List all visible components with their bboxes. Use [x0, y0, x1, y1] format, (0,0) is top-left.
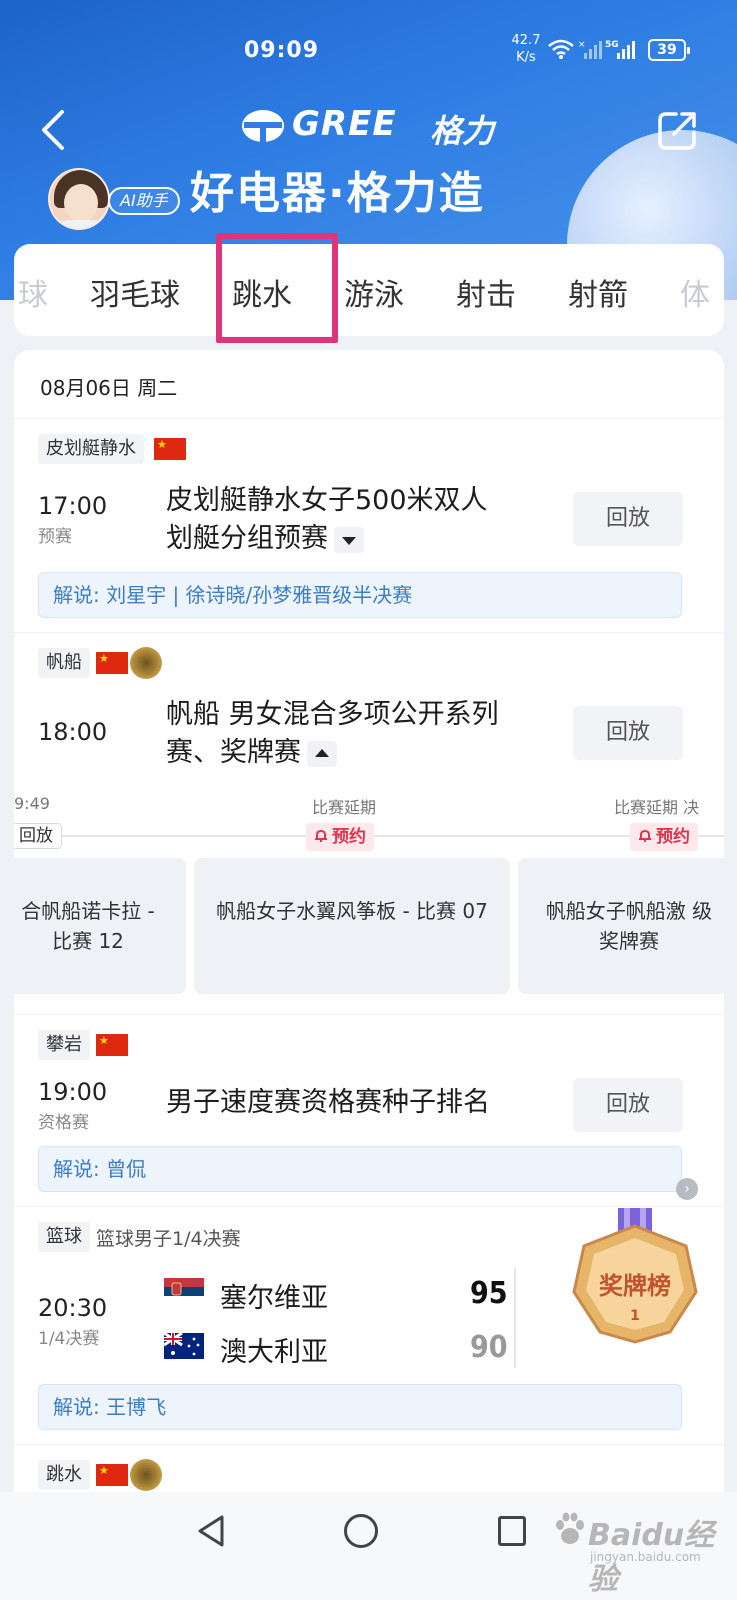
back-arrow-icon[interactable]	[36, 108, 76, 152]
reserve-button[interactable]: 预约	[630, 823, 698, 851]
sub-event-time: 9:49	[14, 794, 50, 813]
china-flag-icon	[154, 438, 186, 460]
logo-chinese: 格力	[430, 112, 495, 150]
tab-swimming[interactable]: 游泳	[344, 270, 404, 314]
event-title-line: 赛、奖牌赛	[166, 737, 301, 768]
event-stage: 1/4决赛	[38, 1329, 100, 1349]
gree-logo-mark-icon	[242, 110, 284, 142]
sub-event-card[interactable]: 帆船女子水翼风筝板 - 比赛 07	[194, 858, 510, 994]
svg-text:×: ×	[578, 40, 586, 50]
sub-event-card[interactable]: 合帆船诺卡拉 - 比赛 12	[14, 858, 186, 994]
sub-event-card[interactable]: 帆船女子帆船激 级奖牌赛	[518, 858, 724, 994]
battery-indicator: 39	[648, 39, 690, 61]
score-separator	[514, 1268, 516, 1368]
event-title-line: 皮划艇静水女子500米双人	[166, 485, 488, 516]
gold-medal-icon	[130, 647, 162, 679]
event-title[interactable]: 帆船 男女混合多项公开系列 赛、奖牌赛	[166, 696, 499, 772]
sub-event-status: 比赛延期	[312, 798, 377, 817]
divider	[14, 632, 724, 633]
tab-badminton[interactable]: 羽毛球	[90, 270, 180, 314]
sport-tag: 跳水	[38, 1460, 90, 1490]
reserve-label: 预约	[656, 827, 690, 847]
team-score: 90	[470, 1330, 508, 1365]
commentary-bar[interactable]: 解说: 曾侃	[38, 1146, 682, 1192]
tab-shooting[interactable]: 射击	[456, 270, 516, 314]
china-flag-icon	[96, 652, 128, 674]
baidu-watermark: Baidu经验 jingyan.baidu.com	[554, 1510, 724, 1597]
china-flag-icon	[96, 1464, 128, 1486]
china-flag-icon	[96, 1034, 128, 1056]
ai-assistant-avatar[interactable]	[48, 168, 110, 230]
logo-text: GREE	[292, 104, 397, 144]
event-time: 20:30	[38, 1294, 108, 1322]
divider	[14, 1444, 724, 1445]
divider	[14, 1206, 724, 1207]
event-time: 17:00	[38, 492, 108, 520]
event-title-line: 帆船 男女混合多项公开系列	[166, 699, 499, 730]
medal-leaderboard-badge[interactable]: 奖牌榜 1	[572, 1208, 698, 1344]
divider	[14, 1014, 724, 1015]
medal-badge-rank: 1	[630, 1308, 640, 1324]
tab-archery[interactable]: 射箭	[568, 270, 628, 314]
gold-medal-icon	[130, 1459, 162, 1491]
team-name: 塞尔维亚	[220, 1283, 328, 1314]
tab-partial-right[interactable]: 体	[680, 270, 710, 314]
event-title-line: 划艇分组预赛	[166, 523, 328, 554]
wifi-icon	[548, 39, 574, 59]
sub-event-status: 比赛延期 决	[614, 798, 700, 817]
slogan: 好电器·格力造	[190, 168, 485, 219]
team-name: 澳大利亚	[220, 1337, 328, 1368]
event-title[interactable]: 皮划艇静水女子500米双人 划艇分组预赛	[166, 482, 488, 558]
watermark-url: jingyan.baidu.com	[590, 1550, 701, 1564]
paw-icon	[556, 1512, 584, 1544]
sport-tag: 攀岩	[38, 1030, 90, 1060]
reserve-label: 预约	[332, 827, 366, 847]
medal-badge-label: 奖牌榜	[599, 1272, 671, 1300]
commentary-bar[interactable]: 解说: 王博飞	[38, 1384, 682, 1430]
gree-logo: GREE 格力	[240, 102, 500, 150]
nav-recent-icon[interactable]	[498, 1516, 526, 1546]
event-time: 18:00	[38, 718, 108, 746]
chevron-right-icon[interactable]: ›	[676, 1178, 698, 1200]
sport-tab-bar: 球 羽毛球 跳水 游泳 射击 射箭 体	[14, 244, 724, 336]
signal-5g-label: 5G	[605, 40, 619, 50]
net-speed-value: 42.7	[511, 33, 541, 48]
event-stage: 预赛	[38, 527, 72, 547]
tab-highlight-box	[216, 233, 338, 343]
tab-partial-left[interactable]: 球	[18, 270, 48, 314]
status-time: 09:09	[244, 38, 320, 63]
net-speed-unit: K/s	[516, 50, 536, 65]
replay-button[interactable]: 回放	[573, 492, 683, 546]
sport-tag: 皮划艇静水	[38, 434, 144, 464]
replay-button[interactable]: 回放	[573, 706, 683, 760]
bell-icon	[639, 829, 651, 842]
serbia-flag-icon	[164, 1278, 204, 1304]
collapse-caret-icon[interactable]	[307, 740, 337, 767]
team-score: 95	[470, 1276, 508, 1311]
commentary-bar[interactable]: 解说: 刘星宇 | 徐诗晓/孙梦雅晋级半决赛	[38, 572, 682, 618]
share-icon[interactable]	[656, 108, 700, 152]
event-time: 19:00	[38, 1078, 108, 1106]
replay-button[interactable]: 回放	[573, 1078, 683, 1132]
divider	[14, 418, 724, 419]
signal-icon: ×	[578, 40, 602, 59]
schedule-card: 08月06日 周二 皮划艇静水 17:00 预赛 皮划艇静水女子500米双人 划…	[14, 350, 724, 1600]
reserve-button[interactable]: 预约	[306, 823, 374, 851]
nav-home-icon[interactable]	[344, 1514, 378, 1548]
sport-tag: 篮球	[38, 1222, 90, 1252]
bell-icon	[315, 829, 327, 842]
signal-5g-icon: 5G	[605, 40, 635, 59]
sport-tag: 帆船	[38, 648, 90, 678]
event-subtitle: 篮球男子1/4决赛	[96, 1228, 241, 1250]
australia-flag-icon	[164, 1333, 204, 1359]
event-title[interactable]: 男子速度赛资格赛种子排名	[166, 1084, 490, 1122]
nav-back-icon[interactable]	[196, 1514, 226, 1548]
sub-event-replay-button[interactable]: 回放	[14, 823, 62, 849]
net-speed: 42.7 K/s	[508, 32, 544, 66]
expand-caret-icon[interactable]	[334, 526, 364, 553]
event-stage: 资格赛	[38, 1113, 89, 1133]
status-bar: 09:09 42.7 K/s × 5G 39	[0, 0, 737, 90]
ai-assistant-badge[interactable]: AI助手	[108, 187, 180, 215]
schedule-date: 08月06日 周二	[40, 376, 178, 400]
